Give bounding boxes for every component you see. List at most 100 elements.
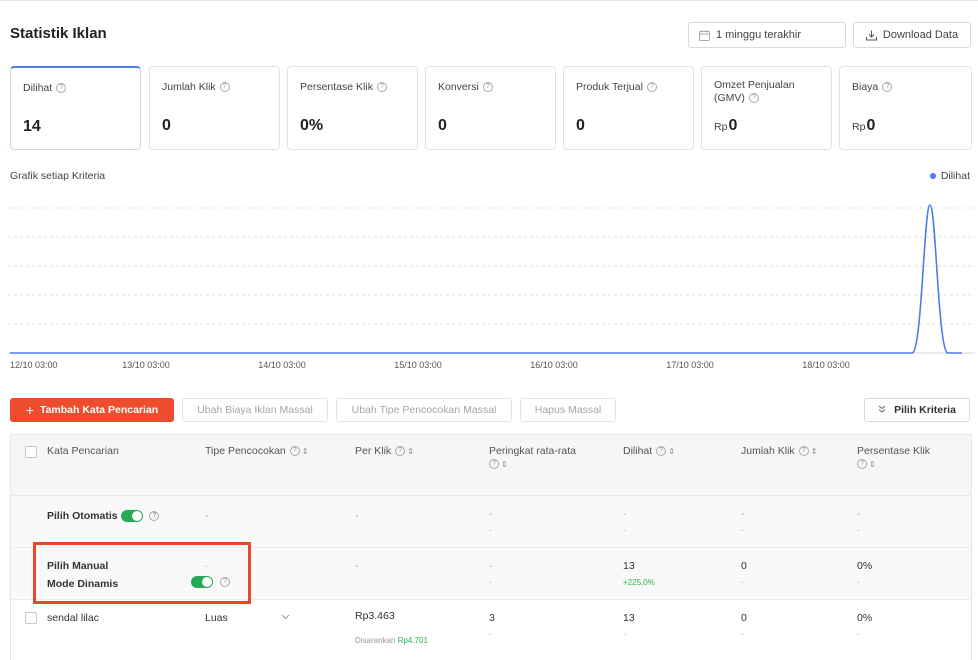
ctr-cell: -	[857, 508, 861, 520]
col-match-type[interactable]: Tipe Pencocokan? ⇕	[205, 445, 308, 458]
table-row: sendal lilac Luas Rp3.463 Disarankan Rp4…	[11, 600, 971, 660]
table-header: Kata Pencarian Tipe Pencocokan? ⇕ Per Kli…	[11, 435, 971, 496]
views-growth-cell: +225,0%	[623, 578, 655, 587]
help-icon[interactable]: ?	[482, 82, 493, 93]
table-row-auto: Pilih Otomatis ? - - - - - - - - - -	[11, 496, 971, 548]
x-tick-label: 17/10 03:00	[666, 360, 714, 370]
date-range-picker[interactable]: 1 minggu terakhir	[688, 22, 846, 48]
metric-value: 0	[576, 117, 585, 134]
col-clicks[interactable]: Jumlah Klik? ⇕	[741, 445, 817, 458]
series-line-dilihat	[10, 204, 962, 354]
plus-icon: +	[25, 402, 34, 418]
col-views[interactable]: Dilihat? ⇕	[623, 445, 675, 458]
help-icon[interactable]: ?	[56, 83, 67, 94]
col-label: Jumlah Klik	[741, 445, 795, 457]
metric-card-ctr[interactable]: Persentase Klik? 0%	[287, 66, 418, 150]
per-click-input[interactable]: Rp3.463	[355, 610, 395, 623]
rank-sub-cell: -	[489, 577, 492, 587]
help-icon[interactable]: ?	[395, 446, 406, 457]
col-avg-rank[interactable]: Peringkat rata-rata? ⇕	[489, 445, 599, 471]
auto-select-cell: Pilih Otomatis ?	[47, 510, 160, 523]
metric-card-clicks[interactable]: Jumlah Klik? 0	[149, 66, 280, 150]
rank-cell: 3	[489, 612, 495, 624]
bulk-bid-button[interactable]: Ubah Biaya Iklan Massal	[182, 398, 328, 422]
match-type-select[interactable]: Luas	[205, 612, 305, 625]
calendar-icon	[699, 29, 710, 41]
col-label: Peringkat rata-rata	[489, 445, 576, 457]
ctr-sub-cell: -	[857, 577, 860, 587]
stats-header: Statistik Iklan 1 minggu terakhir Downlo…	[10, 22, 971, 48]
views-sub-cell: -	[623, 525, 626, 535]
help-icon[interactable]: ?	[489, 459, 499, 470]
add-keyword-button[interactable]: + Tambah Kata Pencarian	[10, 398, 174, 422]
metric-card-cost[interactable]: Biaya? Rp0	[839, 66, 972, 150]
rank-sub-cell: -	[489, 525, 492, 535]
metric-label: Dilihat	[23, 82, 53, 94]
help-icon[interactable]: ?	[646, 82, 657, 93]
clicks-sub-cell: -	[741, 577, 744, 587]
help-icon[interactable]: ?	[376, 82, 387, 93]
metric-card-conversion[interactable]: Konversi? 0	[425, 66, 556, 150]
download-label: Download Data	[882, 29, 959, 41]
help-icon[interactable]: ?	[219, 82, 230, 93]
page-title: Statistik Iklan	[10, 25, 107, 42]
help-icon[interactable]: ?	[748, 93, 759, 104]
help-icon[interactable]: ?	[857, 459, 867, 470]
col-label: Dilihat	[623, 445, 653, 457]
ctr-cell: 0%	[857, 560, 873, 572]
ctr-sub-cell: -	[857, 629, 860, 639]
metric-card-views[interactable]: Dilihat? 14	[10, 66, 141, 150]
sort-icon[interactable]: ⇕	[811, 447, 818, 456]
top-divider	[0, 0, 978, 1]
help-icon[interactable]: ?	[798, 446, 809, 457]
sort-icon[interactable]: ⇕	[501, 460, 508, 469]
bulk-match-type-button[interactable]: Ubah Tipe Pencocokan Massal	[336, 398, 512, 422]
clicks-cell: 0	[741, 560, 747, 572]
currency-prefix: Rp	[852, 121, 866, 133]
sort-icon[interactable]: ⇕	[407, 447, 414, 456]
metric-cards: Dilihat? 14 Jumlah Klik? 0 Persentase Kl…	[10, 66, 972, 150]
sort-icon[interactable]: ⇕	[869, 460, 876, 469]
chart-legend[interactable]: Dilihat	[929, 170, 970, 182]
metric-card-products-sold[interactable]: Produk Terjual? 0	[563, 66, 694, 150]
metric-card-gmv[interactable]: Omzet Penjualan (GMV)? Rp0	[701, 66, 832, 150]
help-icon[interactable]: ?	[656, 446, 667, 457]
keyword-cell: sendal lilac	[47, 612, 99, 624]
chevron-down-icon	[281, 612, 290, 625]
auto-select-label: Pilih Otomatis	[47, 510, 118, 522]
match-type-cell: -	[205, 510, 209, 522]
metric-label: Produk Terjual	[576, 81, 643, 93]
keyword-actions: + Tambah Kata Pencarian Ubah Biaya Iklan…	[10, 398, 970, 422]
col-keyword: Kata Pencarian	[47, 445, 119, 457]
metric-value: 0%	[300, 117, 324, 134]
metric-label: Persentase Klik	[300, 81, 373, 93]
views-cell: -	[623, 508, 627, 520]
metric-label: Jumlah Klik	[162, 81, 216, 93]
metric-value: 0	[438, 117, 447, 134]
help-icon[interactable]: ?	[882, 82, 893, 93]
match-type-value: Luas	[205, 612, 228, 624]
col-label: Persentase Klik	[857, 445, 930, 457]
date-range-label: 1 minggu terakhir	[716, 29, 801, 41]
row-checkbox[interactable]	[25, 612, 37, 624]
metric-value: 0	[866, 117, 876, 134]
col-per-click[interactable]: Per Klik? ⇕	[355, 445, 414, 458]
help-icon[interactable]: ?	[149, 511, 160, 522]
clicks-cell: 0	[741, 612, 747, 624]
bulk-delete-button[interactable]: Hapus Massal	[520, 398, 616, 422]
rank-cell: -	[489, 560, 493, 572]
col-ctr[interactable]: Persentase Klik? ⇕	[857, 445, 957, 471]
select-all-checkbox[interactable]	[25, 446, 37, 458]
auto-select-toggle[interactable]	[120, 510, 143, 523]
clicks-cell: -	[741, 508, 745, 520]
metric-value: 0	[728, 117, 738, 134]
col-label: Per Klik	[355, 445, 392, 457]
download-icon	[865, 30, 877, 41]
choose-criteria-button[interactable]: Pilih Kriteria	[864, 398, 970, 422]
download-data-button[interactable]: Download Data	[853, 22, 971, 48]
sort-icon[interactable]: ⇕	[668, 447, 675, 456]
x-tick-label: 18/10 03:00	[802, 360, 850, 370]
help-icon[interactable]: ?	[289, 446, 300, 457]
choose-criteria-label: Pilih Kriteria	[894, 404, 956, 416]
sort-icon[interactable]: ⇕	[302, 447, 309, 456]
